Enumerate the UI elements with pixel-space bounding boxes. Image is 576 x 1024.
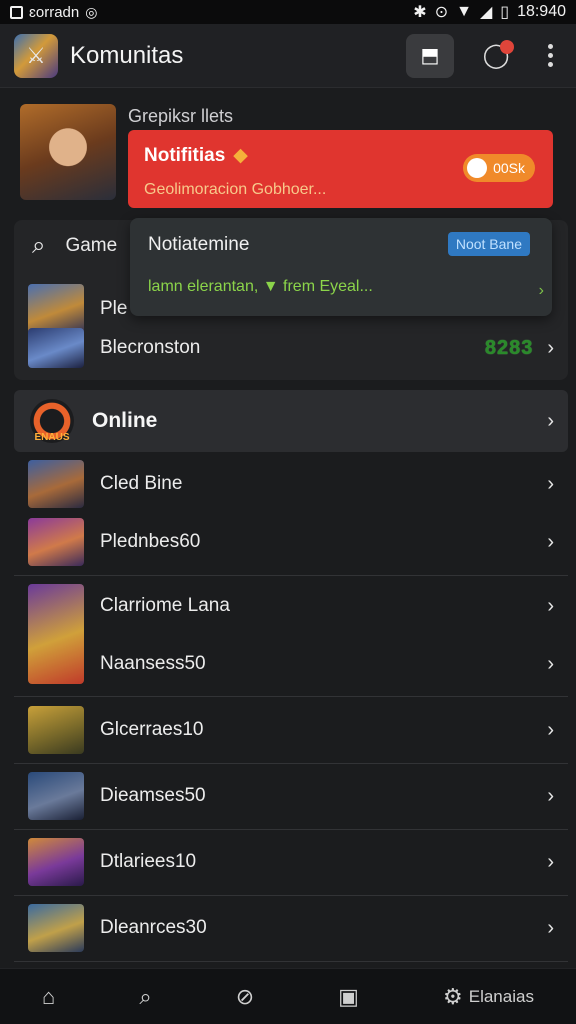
carrier-label: ɛorradn <box>29 3 80 21</box>
app-notification-icon <box>10 5 23 19</box>
list-item[interactable]: Clarriome Lana › <box>14 584 568 684</box>
nav-explore[interactable]: ⊘ <box>236 984 254 1010</box>
notification-popup[interactable]: Notiatemine Noot Bane lamn elerantan, ▼ … <box>130 218 552 316</box>
game-thumbnail <box>28 838 84 886</box>
game-cube-icon: ◆ <box>233 145 248 166</box>
list-item-label: Cled Bine <box>100 473 183 494</box>
profile-avatar[interactable] <box>20 104 116 200</box>
status-bar: ɛorradn ◎ ✱ ⊙ ▼ ◢ ▯ 18:940 <box>0 0 576 24</box>
online-section-header[interactable]: ENAUS Online › <box>14 390 568 452</box>
wifi-icon: ▼ <box>456 3 472 20</box>
clock: 18:940 <box>517 3 566 20</box>
game-thumbnail <box>28 706 84 754</box>
nav-settings-label: Elanaias <box>468 986 534 1006</box>
game-thumbnail <box>28 518 84 566</box>
chevron-right-icon: › <box>547 850 554 873</box>
more-dot-icon <box>547 62 553 67</box>
bottom-navigation: ⌂ ⌕ ⊘ ▣ ⚙ Elanaias <box>0 968 576 1024</box>
bluetooth-icon: ✱ <box>413 4 427 21</box>
nav-library[interactable]: ▣ <box>338 984 359 1010</box>
chevron-right-icon: › <box>547 916 554 939</box>
search-label: Game <box>65 235 118 256</box>
list-item[interactable]: Dtlariees10 › <box>14 838 568 886</box>
post-button[interactable]: ⬒ <box>406 33 454 78</box>
chevron-right-icon: › <box>547 652 554 675</box>
list-item[interactable]: Plednbes60 › <box>14 518 568 566</box>
list-item-label: Naansess50 <box>100 653 206 674</box>
online-logo-icon: ENAUS <box>30 399 74 443</box>
chat-button[interactable]: ◯ <box>476 36 516 76</box>
score-badge: 8283 <box>484 336 534 359</box>
nav-home[interactable]: ⌂ <box>42 984 55 1010</box>
chevron-right-icon: › <box>547 594 554 617</box>
list-item-label: Ple <box>100 298 128 319</box>
list-item-label: Glcerraes10 <box>100 719 204 740</box>
search-row[interactable]: ⌕ Game <box>32 232 117 260</box>
list-item-label: Dleanrces30 <box>100 917 207 938</box>
chevron-right-icon: › <box>547 784 554 807</box>
game-thumbnail <box>28 904 84 952</box>
list-item-label: Clarriome Lana <box>100 595 230 616</box>
toggle-knob <box>467 158 488 178</box>
list-item-label: Dtlariees10 <box>100 851 197 872</box>
divider <box>14 575 568 576</box>
chevron-right-icon: › <box>547 472 554 495</box>
nav-settings[interactable]: ⚙ Elanaias <box>443 984 534 1010</box>
profile-label: Grepiksr llets <box>128 106 234 126</box>
chevron-right-icon: › <box>547 530 554 553</box>
home-icon: ⌂ <box>42 983 56 1009</box>
app-logo-icon: ⚔ <box>14 33 58 78</box>
divider <box>14 696 568 697</box>
more-dot-icon <box>547 53 553 58</box>
page-title: Komunitas <box>70 41 184 69</box>
divider <box>14 829 568 830</box>
bookmark-icon: ▣ <box>338 983 359 1009</box>
search-icon: ⌕ <box>32 232 46 259</box>
online-label: Online <box>92 409 158 432</box>
battery-icon: ▯ <box>500 4 510 21</box>
compass-icon: ⊘ <box>235 983 255 1009</box>
more-options-button[interactable] <box>538 36 562 76</box>
sync-icon: ◎ <box>85 3 98 20</box>
notification-subtitle: Geolimoracion Gobhoer... <box>144 181 327 198</box>
list-item-label: Dieamses50 <box>100 785 206 806</box>
alarm-icon: ⊙ <box>434 4 449 21</box>
list-item[interactable]: Dieamses50 › <box>14 772 568 820</box>
game-thumbnail <box>28 772 84 820</box>
game-thumbnail <box>28 328 84 368</box>
signal-icon: ◢ <box>479 4 493 21</box>
app-bar: ⚔ Komunitas ⬒ ◯ <box>0 24 576 88</box>
list-item[interactable]: Cled Bine › <box>14 460 568 508</box>
toggle-badge-label: 00Sk <box>493 160 525 176</box>
chevron-right-icon: › <box>547 409 554 432</box>
post-icon: ⬒ <box>420 45 440 67</box>
toggle-badge[interactable]: 00Sk <box>463 154 535 182</box>
list-item-label: Plednbes60 <box>100 531 201 552</box>
game-thumbnail <box>28 460 84 508</box>
chevron-right-icon: › <box>547 718 554 741</box>
divider <box>14 895 568 896</box>
divider <box>14 763 568 764</box>
search-icon: ⌕ <box>139 983 152 1009</box>
list-item[interactable]: Naansess50 › <box>14 642 568 686</box>
notification-badge <box>500 39 514 54</box>
popup-tag[interactable]: Noot Bane <box>447 232 530 256</box>
list-item-label: Blecronston <box>100 337 201 358</box>
online-logo-text: ENAUS <box>34 432 70 443</box>
notification-title: Notifitias <box>144 144 226 166</box>
chevron-right-icon: › <box>547 336 554 359</box>
notification-banner[interactable]: Notifitias ◆ Geolimoracion Gobhoer... 00… <box>128 130 553 208</box>
more-dot-icon <box>547 44 553 49</box>
list-item[interactable]: Glcerraes10 › <box>14 706 568 754</box>
divider <box>14 961 568 962</box>
gear-icon: ⚙ <box>443 983 463 1009</box>
popup-body: lamn elerantan, ▼ frem Eyeal... <box>148 278 373 295</box>
list-item[interactable]: Blecronston 8283 › <box>14 326 568 370</box>
list-item[interactable]: Dleanrces30 › <box>14 904 568 952</box>
nav-search[interactable]: ⌕ <box>139 984 151 1010</box>
chevron-right-icon: › <box>538 282 544 299</box>
